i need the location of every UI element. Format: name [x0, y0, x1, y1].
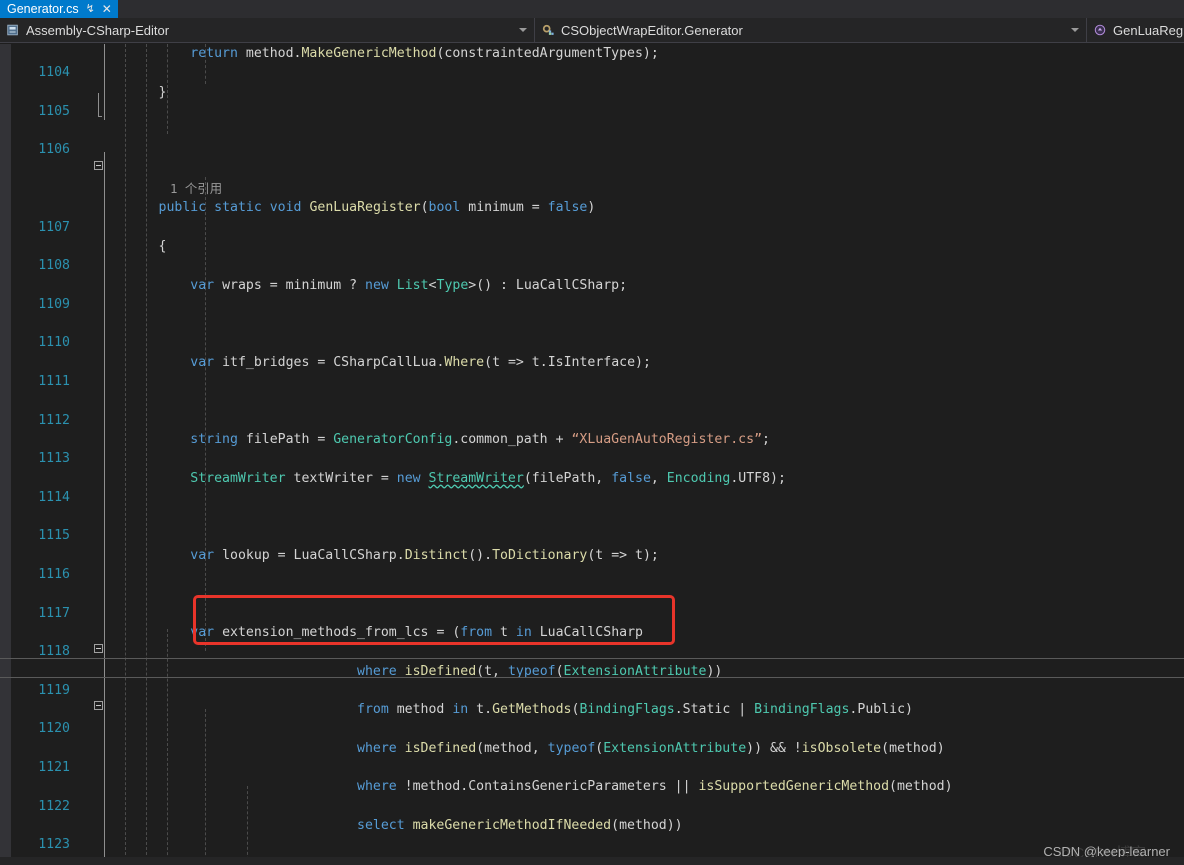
fold-collapser-1135[interactable]	[94, 701, 103, 710]
code-line[interactable]: 1115	[0, 507, 1184, 543]
line-number: 1114	[38, 489, 70, 505]
line-content: from method in t.GetMethods(BindingFlags…	[357, 702, 913, 718]
line-content: string filePath = GeneratorConfig.common…	[190, 431, 770, 447]
code-lines[interactable]: 1104 return method.MakeGenericMethod(con…	[0, 44, 1184, 865]
breadcrumb-member-dropdown[interactable]: GenLuaRegi	[1087, 18, 1184, 42]
code-line[interactable]: 1108 {	[0, 237, 1184, 273]
fold-collapser-1107[interactable]	[94, 161, 103, 170]
line-content: public static void GenLuaRegister(bool m…	[158, 200, 596, 216]
project-icon	[7, 24, 18, 36]
line-content: select makeGenericMethodIfNeeded(method)…	[357, 817, 683, 833]
fold-collapser-1132[interactable]	[94, 644, 103, 653]
code-line[interactable]: 1106	[0, 121, 1184, 157]
line-content: var extension_methods_from_lcs = (from t…	[190, 624, 643, 640]
line-number: 1111	[38, 374, 70, 390]
code-line[interactable]: 1104 return method.MakeGenericMethod(con…	[0, 44, 1184, 80]
line-number: 1108	[38, 258, 70, 274]
code-line[interactable]: 1112	[0, 391, 1184, 428]
code-line[interactable]: 1118 var extension_methods_from_lcs = (f…	[0, 623, 1184, 659]
breadcrumb-type-label: CSObjectWrapEditor.Generator	[561, 22, 743, 38]
chevron-down-icon[interactable]	[519, 28, 527, 32]
code-line[interactable]: 1113 string filePath = GeneratorConfig.c…	[0, 430, 1184, 466]
pin-icon[interactable]: ↯	[86, 0, 95, 18]
close-icon[interactable]: ✕	[102, 0, 112, 18]
breadcrumb-project-dropdown[interactable]: Assembly-CSharp-Editor	[0, 18, 535, 42]
tab-label: Generator.cs	[7, 2, 79, 16]
line-number: 1107	[38, 219, 70, 235]
tab-generator-cs[interactable]: Generator.cs ↯ ✕	[0, 0, 118, 18]
line-number: 1109	[38, 296, 70, 312]
code-line[interactable]: 1116 var lookup = LuaCallCSharp.Distinct…	[0, 546, 1184, 582]
line-content: return method.MakeGenericMethod(constrai…	[190, 46, 659, 61]
line-content: var wraps = minimum ? new List<Type>() :…	[190, 277, 628, 293]
code-line[interactable]: 1114 StreamWriter textWriter = new Strea…	[0, 469, 1184, 505]
line-number: 1110	[38, 335, 70, 351]
line-number: 1121	[38, 760, 70, 776]
line-number: 1122	[38, 798, 70, 814]
line-content: }	[95, 84, 167, 100]
editor-bottom-strip	[0, 857, 1184, 865]
current-line-bottom-border	[0, 677, 1184, 678]
class-icon	[542, 24, 554, 35]
editor-tab-bar: Generator.cs ↯ ✕	[0, 0, 1184, 18]
code-editor[interactable]: 1104 return method.MakeGenericMethod(con…	[0, 44, 1184, 865]
line-content: var itf_bridges = CSharpCallLua.Where(t …	[190, 354, 651, 370]
line-number: 1105	[38, 103, 70, 119]
chevron-down-icon[interactable]	[1071, 28, 1079, 32]
line-number: 1119	[38, 682, 70, 698]
code-line[interactable]: 1117	[0, 584, 1184, 621]
code-line[interactable]: 1121 where isDefined(method, typeof(Exte…	[0, 739, 1184, 775]
codelens-reference-count[interactable]: 1 个引用	[170, 179, 222, 198]
line-content: where isDefined(method, typeof(Extension…	[357, 740, 945, 756]
line-number: 1117	[38, 605, 70, 621]
line-number: 1106	[38, 142, 70, 158]
code-line[interactable]: 1122 where !method.ContainsGenericParame…	[0, 777, 1184, 813]
line-number: 1123	[38, 837, 70, 853]
breadcrumb-member-label: GenLuaRegi	[1113, 22, 1184, 38]
code-line[interactable]: 1109 var wraps = minimum ? new List<Type…	[0, 276, 1184, 312]
code-line[interactable]: 1120 from method in t.GetMethods(Binding…	[0, 700, 1184, 736]
codelens-row[interactable]: 1 个引用	[0, 160, 1184, 196]
line-number: 1113	[38, 451, 70, 467]
breadcrumb-type-dropdown[interactable]: CSObjectWrapEditor.Generator	[535, 18, 1087, 42]
method-icon	[1094, 24, 1106, 36]
code-line[interactable]: 1107 public static void GenLuaRegister(b…	[0, 198, 1184, 234]
line-number: 1104	[38, 65, 70, 81]
code-line[interactable]: 1123 select makeGenericMethodIfNeeded(me…	[0, 816, 1184, 852]
code-line[interactable]: 1111 var itf_bridges = CSharpCallLua.Whe…	[0, 353, 1184, 389]
current-line-top-border	[0, 658, 1184, 659]
line-content: {	[95, 238, 167, 254]
breadcrumb-project-label: Assembly-CSharp-Editor	[26, 22, 170, 38]
line-content: StreamWriter textWriter = new StreamWrit…	[190, 470, 786, 486]
line-number: 1115	[38, 528, 70, 544]
line-number: 1112	[38, 412, 70, 428]
code-line[interactable]: 1105 }	[0, 83, 1184, 119]
line-number: 1116	[38, 567, 70, 583]
line-content: where !method.ContainsGenericParameters …	[357, 779, 953, 795]
code-line[interactable]: 1110	[0, 314, 1184, 350]
line-content: var lookup = LuaCallCSharp.Distinct().To…	[190, 547, 659, 563]
line-number: 1120	[38, 721, 70, 737]
breadcrumb: Assembly-CSharp-Editor CSObjectWrapEdito…	[0, 18, 1184, 43]
